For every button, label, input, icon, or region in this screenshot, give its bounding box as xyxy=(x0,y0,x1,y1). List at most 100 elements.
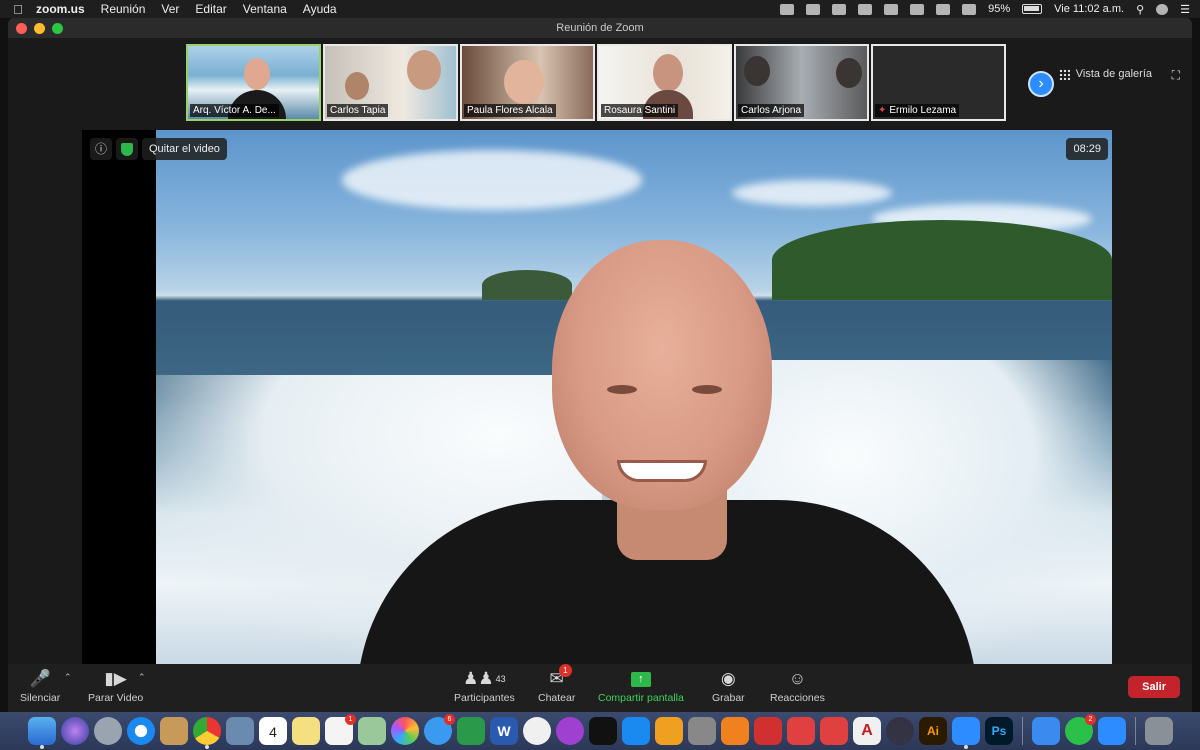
music-icon[interactable] xyxy=(523,717,551,745)
running-indicator xyxy=(40,745,44,749)
stop-video-button[interactable]: ▮▶ Parar Video xyxy=(88,668,143,704)
whatsapp-icon[interactable]: 2 xyxy=(1065,714,1096,745)
cloud xyxy=(732,180,892,206)
icloud-icon[interactable] xyxy=(858,3,873,15)
participants-button[interactable]: ♟♟ 43 Participantes xyxy=(454,668,515,704)
participant-face xyxy=(836,58,862,88)
mute-button[interactable]: 🎤 Silenciar xyxy=(20,668,60,704)
app-menu[interactable]: zoom.us xyxy=(36,2,85,16)
menu-editar[interactable]: Editar xyxy=(195,2,226,16)
menu-reunion[interactable]: Reunión xyxy=(101,2,146,16)
contacts-icon[interactable] xyxy=(160,717,188,745)
apple-icon[interactable]:  xyxy=(0,2,36,17)
launchpad-icon[interactable] xyxy=(94,717,122,745)
battery-icon[interactable] xyxy=(1022,4,1043,14)
reactions-button[interactable]: ☺ Reacciones xyxy=(770,668,825,704)
participant-thumbnail-2[interactable]: Carlos Tapia xyxy=(323,44,458,121)
stop-video-overlay-button[interactable]: Quitar el video xyxy=(142,138,227,160)
trash-icon[interactable] xyxy=(1145,717,1173,745)
chrome-icon[interactable] xyxy=(193,717,221,749)
notification-center-icon[interactable]: ☰ xyxy=(1180,3,1190,16)
screenshot-icon[interactable] xyxy=(886,717,914,745)
creative-cloud-icon[interactable] xyxy=(832,3,847,15)
participants-count: 43 xyxy=(495,674,506,684)
siri-app-icon[interactable] xyxy=(61,717,89,745)
spotlight-icon[interactable]: ⚲ xyxy=(1136,3,1144,16)
app-store-icon[interactable] xyxy=(622,717,650,745)
macos-dock: 4 1 6 W A Ai Ps 2 xyxy=(0,712,1200,750)
participant-name: Paula Flores Alcala xyxy=(464,104,556,117)
messages-icon[interactable]: 6 xyxy=(424,714,455,745)
wifi-icon[interactable] xyxy=(962,3,977,15)
dropbox-icon[interactable] xyxy=(884,3,899,15)
menu-ayuda[interactable]: Ayuda xyxy=(303,2,337,16)
calendar-day: 4 xyxy=(269,724,277,740)
bluetooth-icon[interactable] xyxy=(936,3,951,15)
siri-icon[interactable] xyxy=(1156,3,1169,15)
acrobat-icon[interactable] xyxy=(754,717,782,745)
facetime-icon[interactable] xyxy=(457,717,485,745)
vlc-icon[interactable] xyxy=(721,717,749,745)
leave-meeting-button[interactable]: Salir xyxy=(1128,676,1180,698)
share-screen-button[interactable]: ↑ Compartir pantalla xyxy=(598,668,684,704)
gallery-view-button[interactable]: Vista de galería xyxy=(1058,68,1152,80)
video-overlay-controls: ⓘ Quitar el video xyxy=(90,138,227,160)
finder-icon[interactable] xyxy=(28,717,56,749)
books-icon[interactable] xyxy=(655,717,683,745)
apple-tv-icon[interactable] xyxy=(589,717,617,745)
green-hill xyxy=(482,270,572,300)
illustrator-icon[interactable]: Ai xyxy=(919,717,947,745)
preview-icon[interactable] xyxy=(226,717,254,745)
record-button[interactable]: ◉ Grabar xyxy=(712,668,745,704)
word-icon[interactable]: W xyxy=(490,717,518,745)
airplay-icon[interactable] xyxy=(910,3,925,15)
system-preferences-icon[interactable] xyxy=(688,717,716,745)
podcasts-icon[interactable] xyxy=(556,717,584,745)
clock[interactable]: Vie 11:02 a.m. xyxy=(1054,3,1124,15)
zoom-status-icon[interactable] xyxy=(780,3,795,15)
photoshop-icon[interactable]: Ps xyxy=(985,717,1013,745)
participant-thumbnail-6[interactable]: ✦ Ermilo Lezama xyxy=(871,44,1006,121)
green-hill xyxy=(772,220,1112,300)
autocad-icon[interactable]: A xyxy=(853,717,881,745)
acrobat-reader-icon[interactable] xyxy=(787,717,815,745)
speaker-eye xyxy=(692,385,722,394)
menu-ventana[interactable]: Ventana xyxy=(243,2,287,16)
participant-thumbnail-3[interactable]: Paula Flores Alcala xyxy=(460,44,595,121)
security-shield-button[interactable] xyxy=(116,138,138,160)
chat-button[interactable]: ✉ 1 Chatear xyxy=(538,664,575,704)
participant-strip: Arq. Víctor A. De... Carlos Tapia Paula … xyxy=(8,38,1192,130)
zoom-icon[interactable] xyxy=(952,717,980,749)
share-arrow-icon: ↑ xyxy=(630,671,651,687)
pdf-expert-icon[interactable] xyxy=(820,717,848,745)
teamviewer-icon[interactable] xyxy=(1032,717,1060,745)
mute-label: Silenciar xyxy=(20,692,61,704)
chevron-right-icon: › xyxy=(1038,75,1044,92)
menu-ver[interactable]: Ver xyxy=(161,2,179,16)
running-indicator xyxy=(205,745,209,749)
reactions-label: Reacciones xyxy=(770,692,825,704)
notes-icon[interactable] xyxy=(292,717,320,745)
record-icon: ◉ xyxy=(720,669,736,688)
calendar-icon[interactable]: 4 xyxy=(259,717,287,745)
meeting-toolbar: 🎤 Silenciar ⌃ ▮▶ Parar Video ⌃ ♟♟ 43 Part… xyxy=(8,664,1192,712)
participant-name: Ermilo Lezama xyxy=(889,105,957,116)
next-page-button[interactable]: › xyxy=(1028,71,1054,97)
participant-thumbnail-4[interactable]: Rosaura Santini xyxy=(597,44,732,121)
reminders-icon[interactable]: 1 xyxy=(325,714,356,745)
info-icon[interactable]: ⓘ xyxy=(90,138,112,160)
share-screen-icon-wrap: ↑ xyxy=(630,668,651,690)
screen-share-icon[interactable] xyxy=(806,3,821,15)
fullscreen-icon[interactable]: ⛶ xyxy=(1172,68,1180,83)
participant-name-row: ✦ Ermilo Lezama xyxy=(875,104,960,117)
participant-name: Carlos Arjona xyxy=(738,104,805,117)
participant-face xyxy=(407,50,441,90)
zoom-meeting-icon[interactable] xyxy=(1098,717,1126,745)
audio-options-caret-icon[interactable]: ⌃ xyxy=(64,672,72,683)
participant-thumbnail-5[interactable]: Carlos Arjona xyxy=(734,44,869,121)
photos-icon[interactable] xyxy=(391,717,419,745)
participant-thumbnail-1[interactable]: Arq. Víctor A. De... xyxy=(186,44,321,121)
video-options-caret-icon[interactable]: ⌃ xyxy=(138,672,146,683)
safari-icon[interactable] xyxy=(127,717,155,745)
maps-icon[interactable] xyxy=(358,717,386,745)
